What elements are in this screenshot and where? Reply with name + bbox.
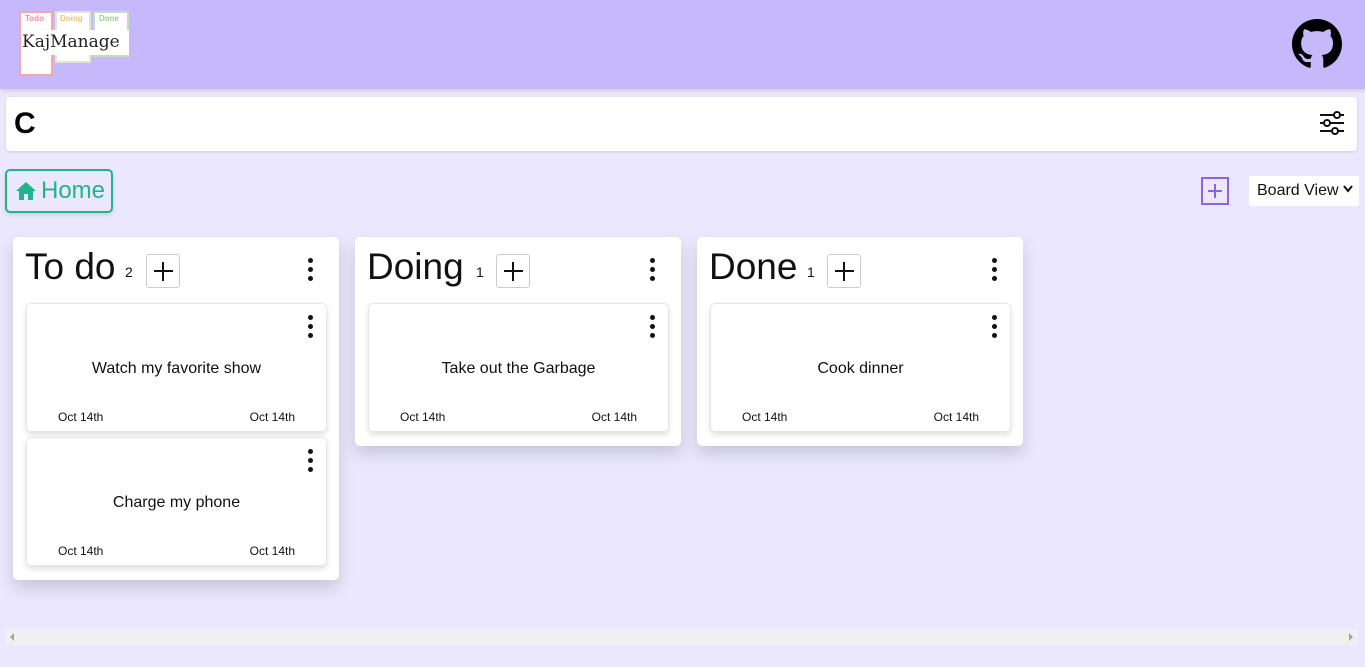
add-card-button[interactable] (827, 254, 861, 288)
card-date-start: Oct 14th (58, 544, 104, 558)
card-date-end: Oct 14th (591, 410, 637, 424)
task-card[interactable]: Watch my favorite show Oct 14th Oct 14th (26, 303, 327, 432)
logo-title: KajManage (21, 30, 129, 55)
card-menu-icon[interactable] (306, 315, 314, 341)
card-menu-icon[interactable] (990, 315, 998, 341)
card-date-end: Oct 14th (249, 410, 295, 424)
logo-label-done: Done (99, 14, 119, 23)
card-date-end: Oct 14th (249, 544, 295, 558)
column-count: 1 (807, 264, 815, 280)
search-bar (6, 97, 1357, 151)
github-icon[interactable] (1292, 19, 1342, 69)
column-done: Done 1 Cook dinner Oct 14th Oct 14th (697, 237, 1023, 446)
column-title: Doing (367, 246, 464, 287)
home-button[interactable]: Home (5, 169, 113, 213)
logo-label-todo: Todo (25, 14, 44, 23)
card-title: Watch my favorite show (91, 360, 262, 377)
task-card[interactable]: Cook dinner Oct 14th Oct 14th (710, 303, 1011, 432)
card-date-start: Oct 14th (58, 410, 104, 424)
view-select[interactable]: Board View (1249, 176, 1359, 206)
plus-square-icon[interactable] (1201, 177, 1229, 205)
column-todo: To do 2 Watch my favorite show Oct 14th … (13, 237, 339, 580)
task-card[interactable]: Take out the Garbage Oct 14th Oct 14th (368, 303, 669, 432)
card-title: Cook dinner (817, 360, 904, 377)
scroll-left-icon[interactable] (10, 633, 14, 641)
column-count: 1 (476, 264, 484, 280)
home-icon (16, 182, 36, 200)
app-logo[interactable]: Todo Doing Done KajManage (19, 11, 131, 77)
column-menu-icon[interactable] (306, 258, 314, 284)
card-title: Charge my phone (112, 494, 241, 511)
card-date-start: Oct 14th (400, 410, 446, 424)
column-title: Done (709, 246, 798, 287)
card-menu-icon[interactable] (648, 315, 656, 341)
add-card-button[interactable] (496, 254, 530, 288)
logo-label-doing: Doing (60, 14, 83, 23)
card-menu-icon[interactable] (306, 449, 314, 475)
card-title: Take out the Garbage (441, 360, 596, 377)
card-date-start: Oct 14th (742, 410, 788, 424)
card-date-end: Oct 14th (933, 410, 979, 424)
horizontal-scrollbar[interactable] (5, 629, 1358, 645)
top-header: Todo Doing Done KajManage (0, 0, 1365, 89)
column-menu-icon[interactable] (990, 258, 998, 284)
task-card[interactable]: Charge my phone Oct 14th Oct 14th (26, 437, 327, 566)
sliders-icon[interactable] (1318, 110, 1346, 136)
home-label: Home (41, 177, 106, 204)
column-count: 2 (125, 264, 133, 280)
search-input[interactable] (14, 103, 1304, 145)
column-doing: Doing 1 Take out the Garbage Oct 14th Oc… (355, 237, 681, 446)
column-title: To do (25, 246, 116, 287)
add-card-button[interactable] (146, 254, 180, 288)
chevron-down-icon (1343, 185, 1353, 193)
view-select-value: Board View (1257, 182, 1339, 199)
scroll-right-icon[interactable] (1349, 633, 1353, 641)
column-menu-icon[interactable] (648, 258, 656, 284)
